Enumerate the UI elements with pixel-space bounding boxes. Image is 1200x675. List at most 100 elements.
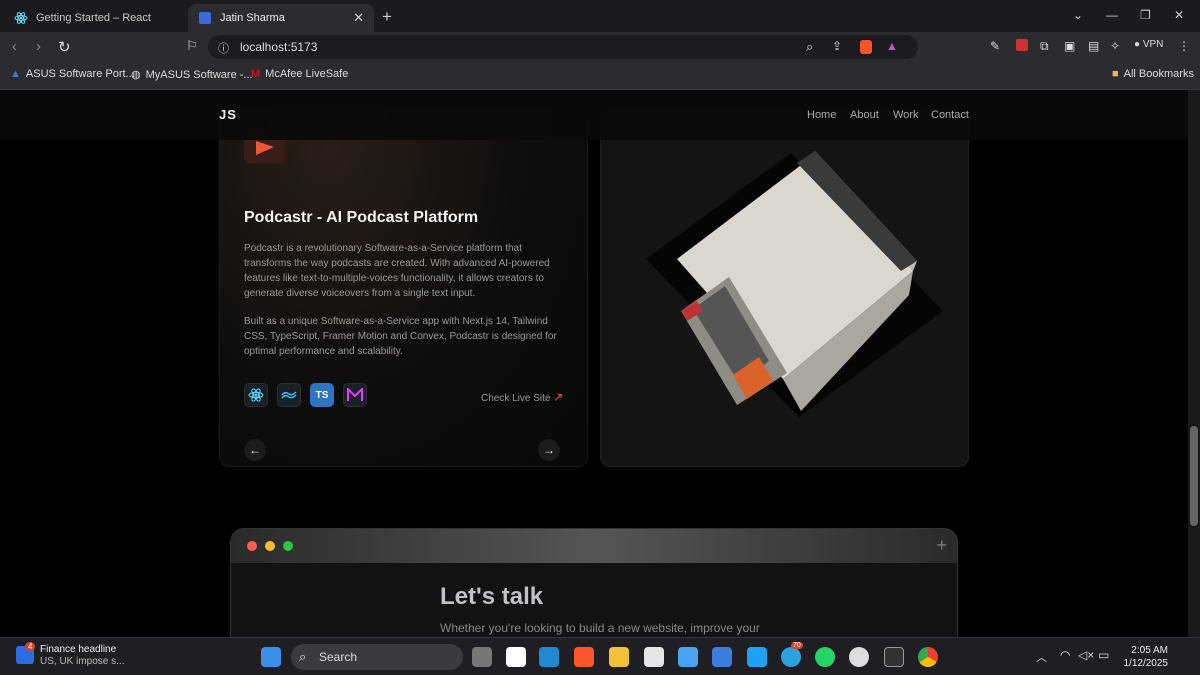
share-icon[interactable]: ⇪ — [832, 39, 842, 53]
typescript-icon: TS — [310, 383, 334, 407]
next-project-button[interactable]: → — [538, 439, 560, 461]
openai-icon[interactable] — [849, 647, 869, 667]
bookmark-asus[interactable]: ▲ ASUS Software Port... — [10, 68, 135, 80]
task-view-icon[interactable] — [472, 647, 492, 667]
system-clock[interactable]: 2:05 AM 1/12/2025 — [1118, 644, 1169, 670]
nav-home[interactable]: Home — [807, 109, 836, 121]
asus-icon: ▲ — [10, 68, 21, 80]
volume-muted-icon[interactable]: ◁× — [1078, 648, 1094, 662]
globe-icon: ◍ — [131, 69, 141, 81]
brave-rewards-icon[interactable]: ▲ — [886, 39, 898, 53]
address-bar[interactable]: ⓘ localhost:5173 ⌕ ⇪ ▲ — [208, 35, 918, 59]
project-3d-preview[interactable] — [600, 110, 969, 467]
menu-icon[interactable]: ⋮ — [1178, 39, 1190, 53]
close-tab-icon[interactable]: ✕ — [353, 10, 364, 26]
contact-title: Let's talk — [440, 583, 544, 610]
brave-icon[interactable] — [574, 647, 594, 667]
app-icon[interactable] — [506, 647, 526, 667]
minimize-dot-icon — [265, 541, 275, 551]
check-live-site-link[interactable]: Check Live Site ↗ — [481, 390, 563, 404]
windows-start-icon[interactable] — [261, 647, 281, 667]
leo-ai-icon[interactable]: ✧ — [1110, 39, 1120, 53]
tab-search-icon[interactable]: ⌄ — [1073, 8, 1083, 22]
nav-contact[interactable]: Contact — [931, 109, 969, 121]
tab-jatin-sharma[interactable]: Jatin Sharma ✕ — [188, 4, 374, 32]
bookmark-myasus[interactable]: ◍ MyASUS Software -... — [131, 68, 253, 82]
telegram-icon[interactable]: 70 — [781, 642, 803, 667]
editor-icon[interactable] — [712, 647, 732, 667]
wifi-icon[interactable]: ◠ — [1060, 648, 1070, 662]
reload-icon[interactable]: ↻ — [58, 38, 71, 56]
bookmark-icon[interactable]: ⚐ — [186, 38, 198, 54]
browser-tabstrip: Getting Started – React Jatin Sharma ✕ +… — [0, 0, 1200, 32]
vpn-label: VPN — [1142, 39, 1164, 50]
telegram-badge: 70 — [791, 642, 803, 649]
back-icon[interactable]: ‹ — [12, 38, 17, 55]
show-hidden-icons-icon[interactable]: ︿ — [1036, 649, 1047, 665]
bookmarks-bar: ▲ ASUS Software Port... ◍ MyASUS Softwar… — [0, 62, 1200, 90]
framer-motion-icon — [343, 383, 367, 407]
browser-toolbar: ‹ › ↻ ⚐ ⓘ localhost:5173 ⌕ ⇪ ▲ ✎ ⧉ ▣ ▤ ✧… — [0, 32, 1200, 62]
brave-shields-icon[interactable] — [860, 40, 872, 54]
restore-icon[interactable]: ❐ — [1140, 8, 1151, 22]
arrow-up-right-icon: ↗ — [553, 390, 564, 404]
clock-time: 2:05 AM — [1131, 645, 1168, 656]
new-tab-button[interactable]: + — [382, 7, 392, 27]
twitter-icon[interactable] — [747, 647, 767, 667]
search-icon: ⌕ — [299, 649, 307, 664]
tab-title: Jatin Sharma — [220, 12, 285, 24]
computer-model-illustration — [646, 151, 943, 417]
contact-subtitle: Whether you're looking to build a new we… — [440, 621, 760, 635]
site-favicon-icon — [198, 11, 212, 25]
mcafee-icon: M — [251, 68, 261, 80]
arrow-left-icon: ← — [249, 443, 261, 457]
react-icon — [244, 383, 268, 407]
wallet-icon[interactable]: ▤ — [1088, 39, 1099, 53]
taskbar-search[interactable]: ⌕ Search — [291, 644, 463, 670]
url-text: localhost:5173 — [240, 40, 318, 54]
pen-icon[interactable]: ✎ — [990, 39, 1000, 53]
battery-icon[interactable]: ▭ — [1098, 648, 1109, 662]
clock-date: 1/12/2025 — [1123, 658, 1169, 669]
previous-project-button[interactable]: ← — [244, 439, 266, 461]
store-icon[interactable] — [644, 647, 664, 667]
extension-red-icon[interactable] — [1016, 39, 1028, 51]
news-title: Finance headline — [40, 644, 117, 655]
extensions-icon[interactable]: ⧉ — [1040, 39, 1049, 54]
contact-window: + Let's talk Whether you're looking to b… — [230, 528, 958, 637]
page-scrollbar[interactable] — [1188, 90, 1200, 637]
windows-taskbar: 4 Finance headline US, UK impose s... ⌕ … — [0, 637, 1200, 675]
react-icon — [14, 11, 28, 25]
whatsapp-icon[interactable] — [815, 647, 835, 667]
bookmark-label: McAfee LiveSafe — [265, 68, 349, 80]
close-window-icon[interactable]: ✕ — [1174, 8, 1184, 22]
site-info-icon[interactable]: ⓘ — [218, 40, 229, 56]
news-subtitle: US, UK impose s... — [40, 656, 125, 667]
maximize-dot-icon — [283, 541, 293, 551]
nav-about[interactable]: About — [850, 109, 879, 121]
vscode-icon[interactable] — [539, 647, 559, 667]
project-card: Podcastr - AI Podcast Platform Podcastr … — [219, 110, 588, 467]
folder-icon: ■ — [1112, 68, 1119, 80]
tab-getting-started[interactable]: Getting Started – React — [4, 4, 184, 32]
minimize-icon[interactable]: — — [1106, 8, 1118, 22]
news-widget[interactable]: 4 — [16, 642, 36, 664]
site-logo[interactable]: JS — [219, 107, 237, 122]
forward-icon[interactable]: › — [36, 38, 41, 55]
all-bookmarks[interactable]: ■ All Bookmarks — [1112, 68, 1194, 80]
vpn-button[interactable]: ● VPN — [1134, 39, 1163, 50]
file-explorer-icon[interactable] — [609, 647, 629, 667]
live-link-label: Check Live Site — [481, 393, 551, 404]
nav-work[interactable]: Work — [893, 109, 918, 121]
photos-icon[interactable] — [678, 647, 698, 667]
chrome-icon[interactable] — [918, 647, 938, 667]
news-text[interactable]: Finance headline US, UK impose s... — [40, 644, 124, 668]
plus-icon: + — [936, 535, 947, 555]
sidebar-icon[interactable]: ▣ — [1064, 39, 1075, 53]
zoom-icon[interactable]: ⌕ — [806, 39, 813, 55]
close-dot-icon — [247, 541, 257, 551]
scrollbar-thumb[interactable] — [1190, 426, 1198, 526]
site-navbar: JS Home About Work Contact — [0, 90, 1188, 140]
terminal-icon[interactable] — [884, 647, 904, 667]
bookmark-mcafee[interactable]: M McAfee LiveSafe — [251, 68, 348, 80]
